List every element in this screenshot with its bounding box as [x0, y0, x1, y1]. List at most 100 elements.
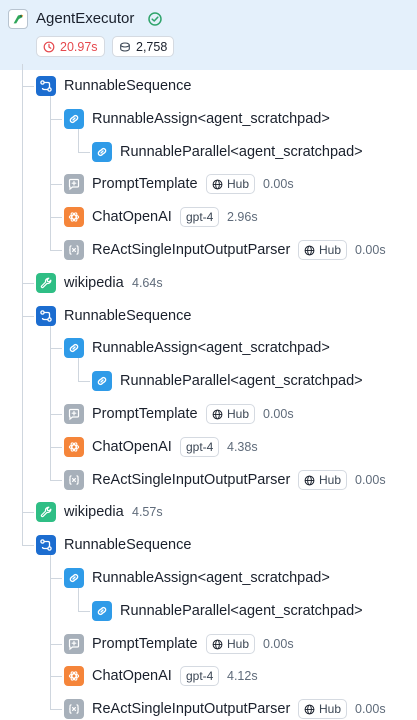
parser-icon — [64, 240, 84, 260]
openai-icon — [64, 437, 84, 457]
run-name[interactable]: RunnableParallel<agent_scratchpad> — [120, 371, 363, 391]
tree-connector-line — [50, 414, 62, 415]
root-run-header[interactable]: AgentExecutor 20.97s 2,758 — [0, 0, 417, 70]
run-name[interactable]: PromptTemplate — [92, 634, 198, 654]
parrot-icon — [8, 9, 28, 29]
tree-connector-line — [22, 283, 34, 284]
run-name[interactable]: RunnableParallel<agent_scratchpad> — [120, 601, 363, 621]
hub-tag[interactable]: Hub — [206, 174, 256, 194]
globe-icon — [212, 179, 223, 190]
tree-connector-line — [50, 326, 51, 480]
tag-label: Hub — [319, 702, 342, 716]
hub-tag[interactable]: Hub — [206, 634, 256, 654]
run-name[interactable]: RunnableSequence — [64, 306, 191, 326]
run-name[interactable]: ChatOpenAI — [92, 207, 172, 227]
link-icon — [92, 142, 112, 162]
tree-connector-line — [50, 250, 62, 251]
hub-tag[interactable]: Hub — [298, 699, 348, 719]
globe-icon — [304, 704, 315, 715]
tree-connector-line — [22, 316, 34, 317]
coins-icon — [120, 41, 130, 52]
token-badge: 2,758 — [112, 36, 175, 57]
tag-label: Hub — [319, 473, 342, 487]
run-name[interactable]: ChatOpenAI — [92, 437, 172, 457]
wrench-icon — [36, 502, 56, 522]
tree-connector-line — [50, 709, 62, 710]
tree-connector-line — [78, 129, 79, 152]
run-latency: 2.96s — [227, 210, 258, 224]
globe-icon — [304, 475, 315, 486]
tree-connector-line — [50, 348, 62, 349]
success-status-icon — [147, 11, 163, 27]
tree-connector-line — [78, 152, 90, 153]
tree-connector-line — [50, 119, 62, 120]
clock-icon — [43, 41, 55, 52]
sequence-icon — [36, 535, 56, 555]
prompt-icon — [64, 174, 84, 194]
token-count: 2,758 — [136, 39, 168, 54]
run-latency: 4.12s — [227, 669, 258, 683]
tree-connector-line — [22, 545, 34, 546]
tree-connector-line — [78, 358, 79, 381]
run-name[interactable]: ReActSingleInputOutputParser — [92, 470, 290, 490]
run-name[interactable]: RunnableSequence — [64, 76, 191, 96]
hub-tag[interactable]: Hub — [206, 404, 256, 424]
tag-label: gpt-4 — [186, 440, 214, 454]
tree-connector-line — [50, 217, 62, 218]
hub-tag[interactable]: Hub — [298, 470, 348, 490]
run-name[interactable]: ChatOpenAI — [92, 666, 172, 686]
run-name[interactable]: RunnableAssign<agent_scratchpad> — [92, 568, 330, 588]
globe-icon — [212, 409, 223, 420]
run-name[interactable]: RunnableParallel<agent_scratchpad> — [120, 142, 363, 162]
tree-connector-line — [50, 644, 62, 645]
link-icon — [92, 371, 112, 391]
root-run-name[interactable]: AgentExecutor — [36, 9, 134, 29]
tree-connector-line — [78, 588, 79, 611]
tag-label: Hub — [227, 407, 250, 421]
run-name[interactable]: ReActSingleInputOutputParser — [92, 240, 290, 260]
run-name[interactable]: PromptTemplate — [92, 174, 198, 194]
run-name[interactable]: wikipedia — [64, 502, 124, 522]
run-name[interactable]: RunnableSequence — [64, 535, 191, 555]
openai-icon — [64, 207, 84, 227]
run-latency: 0.00s — [263, 407, 294, 421]
tag-label: Hub — [227, 177, 250, 191]
tree-connector-line — [22, 64, 23, 545]
hub-tag[interactable]: Hub — [298, 240, 348, 260]
prompt-icon — [64, 404, 84, 424]
run-latency: 0.00s — [355, 702, 386, 716]
run-latency: 4.38s — [227, 440, 258, 454]
tree-connector-line — [78, 381, 90, 382]
run-name[interactable]: PromptTemplate — [92, 404, 198, 424]
run-name[interactable]: RunnableAssign<agent_scratchpad> — [92, 109, 330, 129]
link-icon — [64, 109, 84, 129]
latency-badge: 20.97s — [36, 36, 105, 57]
parser-icon — [64, 470, 84, 490]
sequence-icon — [36, 76, 56, 96]
model-tag: gpt-4 — [180, 207, 220, 227]
run-latency: 0.00s — [263, 177, 294, 191]
tag-label: gpt-4 — [186, 669, 214, 683]
tag-label: Hub — [319, 243, 342, 257]
run-name[interactable]: RunnableAssign<agent_scratchpad> — [92, 338, 330, 358]
run-name[interactable]: wikipedia — [64, 273, 124, 293]
run-latency: 4.64s — [132, 276, 163, 290]
tree-connector-line — [50, 676, 62, 677]
parser-icon — [64, 699, 84, 719]
link-icon — [64, 338, 84, 358]
link-icon — [92, 601, 112, 621]
run-name[interactable]: ReActSingleInputOutputParser — [92, 699, 290, 719]
run-latency: 0.00s — [355, 473, 386, 487]
run-latency: 4.57s — [132, 505, 163, 519]
prompt-icon — [64, 634, 84, 654]
link-icon — [64, 568, 84, 588]
run-latency: 0.00s — [263, 637, 294, 651]
tree-connector-line — [78, 611, 90, 612]
sequence-icon — [36, 306, 56, 326]
tree-connector-line — [50, 578, 62, 579]
model-tag: gpt-4 — [180, 437, 220, 457]
tree-connector-line — [22, 86, 34, 87]
run-latency: 0.00s — [355, 243, 386, 257]
tag-label: Hub — [227, 637, 250, 651]
latency-value: 20.97s — [60, 39, 98, 54]
